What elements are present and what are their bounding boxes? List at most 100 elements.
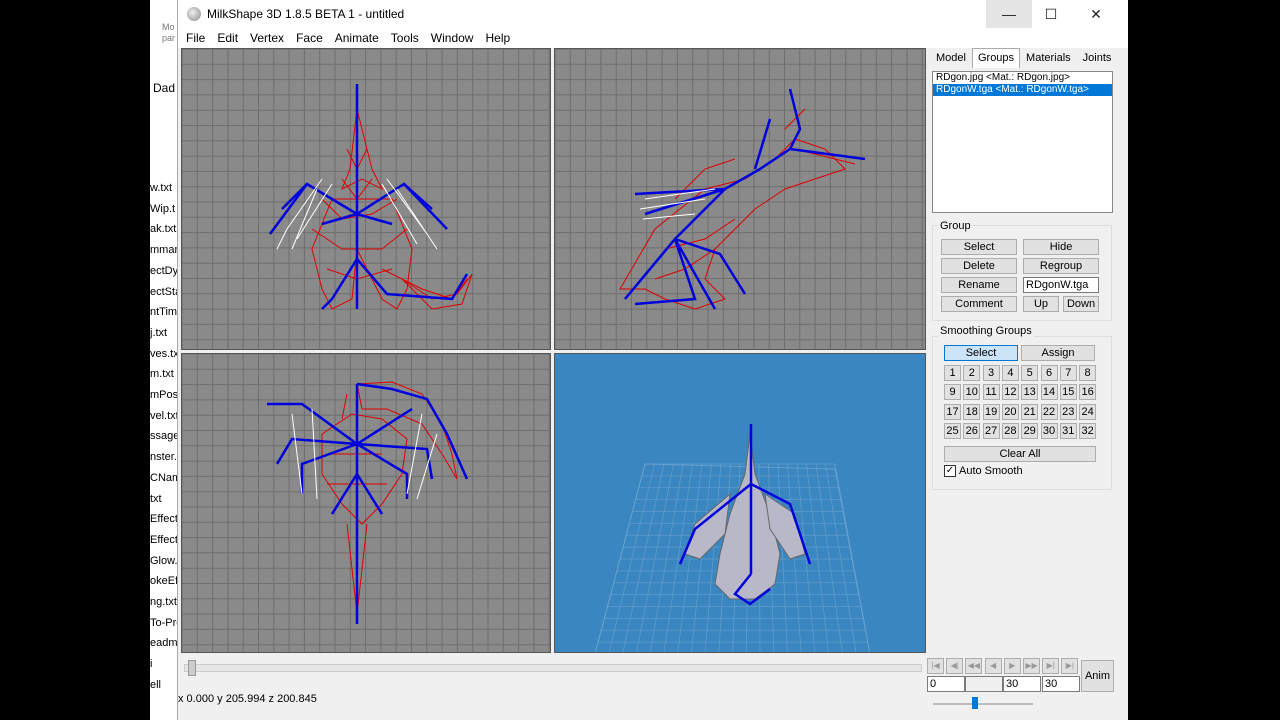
smoothing-group-12-button[interactable]: 12	[1001, 384, 1019, 401]
explorer-file-item[interactable]: Glow.	[150, 555, 178, 567]
timeline-track[interactable]	[184, 664, 922, 672]
smoothing-group-13-button[interactable]: 13	[1021, 384, 1039, 401]
smoothing-group-15-button[interactable]: 15	[1059, 384, 1077, 401]
playback-button[interactable]: ▶	[1003, 658, 1021, 674]
menu-animate[interactable]: Animate	[329, 31, 385, 45]
group-hide-button[interactable]: Hide	[1023, 239, 1099, 255]
smoothing-group-5-button[interactable]: 5	[1021, 365, 1039, 381]
smoothing-group-4-button[interactable]: 4	[1001, 365, 1019, 381]
maximize-button[interactable]: ☐	[1028, 0, 1074, 28]
smoothing-group-27-button[interactable]: 27	[982, 422, 1000, 439]
playback-button[interactable]: |◀	[927, 658, 944, 674]
menu-file[interactable]: File	[180, 31, 211, 45]
menu-vertex[interactable]: Vertex	[244, 31, 290, 45]
minimize-button[interactable]: —	[986, 0, 1032, 28]
explorer-file-item[interactable]: Effect	[150, 534, 178, 546]
smoothing-group-14-button[interactable]: 14	[1040, 384, 1058, 401]
frame-start-field[interactable]: 0	[927, 676, 965, 692]
smoothing-group-21-button[interactable]: 21	[1021, 403, 1039, 420]
smoothing-group-19-button[interactable]: 19	[982, 403, 1000, 420]
menu-tools[interactable]: Tools	[385, 31, 425, 45]
explorer-file-item[interactable]: ssage	[150, 430, 179, 442]
explorer-file-item[interactable]: i	[150, 658, 152, 670]
smoothing-group-31-button[interactable]: 31	[1059, 422, 1077, 439]
anim-button[interactable]: Anim	[1081, 660, 1114, 692]
group-name-field[interactable]: RDgonW.tga	[1023, 277, 1099, 293]
smoothing-group-22-button[interactable]: 22	[1040, 403, 1058, 420]
explorer-file-item[interactable]: CNam	[150, 472, 180, 484]
smoothing-group-10-button[interactable]: 10	[963, 384, 981, 401]
smoothing-group-23-button[interactable]: 23	[1059, 403, 1077, 420]
group-regroup-button[interactable]: Regroup	[1023, 258, 1099, 274]
explorer-file-item[interactable]: ak.txt	[150, 223, 176, 235]
zoom-handle[interactable]	[972, 697, 978, 709]
group-down-button[interactable]: Down	[1063, 296, 1099, 312]
viewport-side[interactable]	[554, 48, 926, 350]
menu-help[interactable]: Help	[479, 31, 516, 45]
explorer-file-item[interactable]: ng.txt	[150, 596, 177, 608]
menu-edit[interactable]: Edit	[211, 31, 244, 45]
playback-button[interactable]: ▶|	[1061, 658, 1079, 674]
explorer-file-item[interactable]: m.txt	[150, 368, 174, 380]
smoothing-group-3-button[interactable]: 3	[982, 365, 1000, 381]
groups-list[interactable]: RDgon.jpg <Mat.: RDgon.jpg> RDgonW.tga <…	[932, 71, 1113, 213]
group-select-button[interactable]: Select	[941, 239, 1017, 255]
viewport-perspective[interactable]	[554, 353, 926, 653]
playback-button[interactable]: ▶|	[1042, 658, 1060, 674]
tab-joints[interactable]: Joints	[1077, 48, 1118, 68]
explorer-file-item[interactable]: j.txt	[150, 327, 167, 339]
smoothing-group-2-button[interactable]: 2	[963, 365, 981, 381]
smoothing-group-24-button[interactable]: 24	[1079, 403, 1097, 420]
explorer-file-item[interactable]: ectSta	[150, 286, 180, 298]
smoothing-group-29-button[interactable]: 29	[1021, 422, 1039, 439]
smoothing-group-20-button[interactable]: 20	[1001, 403, 1019, 420]
explorer-file-item[interactable]: mPosi	[150, 389, 180, 401]
explorer-file-item[interactable]: Wip.t	[150, 203, 175, 215]
explorer-file-item[interactable]: ell	[150, 679, 161, 691]
zoom-track[interactable]	[933, 703, 1033, 705]
frame-current-field[interactable]: 30	[1003, 676, 1041, 692]
smoothing-group-25-button[interactable]: 25	[944, 422, 961, 439]
explorer-file-item[interactable]: eadm	[150, 637, 178, 649]
smoothing-group-32-button[interactable]: 32	[1079, 422, 1097, 439]
smoothing-group-16-button[interactable]: 16	[1079, 384, 1097, 401]
smoothing-group-26-button[interactable]: 26	[963, 422, 981, 439]
viewport-top[interactable]	[181, 353, 551, 653]
smoothing-group-30-button[interactable]: 30	[1040, 422, 1058, 439]
smoothing-group-8-button[interactable]: 8	[1079, 365, 1097, 381]
explorer-file-item[interactable]: txt	[150, 493, 162, 505]
frame-blank-field[interactable]	[965, 676, 1003, 692]
viewport-front[interactable]	[181, 48, 551, 350]
explorer-file-item[interactable]: mmar	[150, 244, 178, 256]
explorer-file-item[interactable]: ntTim	[150, 306, 177, 318]
explorer-file-item[interactable]: Effect	[150, 513, 178, 525]
list-item[interactable]: RDgon.jpg <Mat.: RDgon.jpg>	[933, 72, 1112, 84]
explorer-file-item[interactable]: nster.	[150, 451, 177, 463]
menu-window[interactable]: Window	[425, 31, 480, 45]
close-button[interactable]: ✕	[1073, 0, 1119, 28]
tab-groups[interactable]: Groups	[971, 48, 1021, 68]
clear-all-button[interactable]: Clear All	[944, 446, 1096, 462]
explorer-file-item[interactable]: ves.tx	[150, 348, 179, 360]
smoothing-group-6-button[interactable]: 6	[1040, 365, 1058, 381]
playback-button[interactable]: ▶▶	[1023, 658, 1040, 674]
explorer-file-item[interactable]: To-Pre	[150, 617, 180, 629]
explorer-file-item[interactable]: vel.txt	[150, 410, 179, 422]
smoothing-group-28-button[interactable]: 28	[1001, 422, 1019, 439]
smoothing-group-18-button[interactable]: 18	[963, 403, 981, 420]
smoothing-assign-button[interactable]: Assign	[1021, 345, 1095, 361]
playback-button[interactable]: ◀◀	[965, 658, 983, 674]
smoothing-group-17-button[interactable]: 17	[944, 403, 961, 420]
group-comment-button[interactable]: Comment	[941, 296, 1017, 312]
list-item-selected[interactable]: RDgonW.tga <Mat.: RDgonW.tga>	[933, 84, 1112, 96]
smoothing-group-11-button[interactable]: 11	[982, 384, 1000, 401]
frame-end-field[interactable]: 30	[1042, 676, 1080, 692]
smoothing-group-7-button[interactable]: 7	[1059, 365, 1077, 381]
playback-button[interactable]: ◀|	[946, 658, 964, 674]
explorer-file-item[interactable]: ectDy	[150, 265, 178, 277]
tab-materials[interactable]: Materials	[1020, 48, 1077, 68]
group-up-button[interactable]: Up	[1023, 296, 1059, 312]
smoothing-group-1-button[interactable]: 1	[944, 365, 961, 381]
group-delete-button[interactable]: Delete	[941, 258, 1017, 274]
explorer-file-item[interactable]: okeEf	[150, 575, 178, 587]
